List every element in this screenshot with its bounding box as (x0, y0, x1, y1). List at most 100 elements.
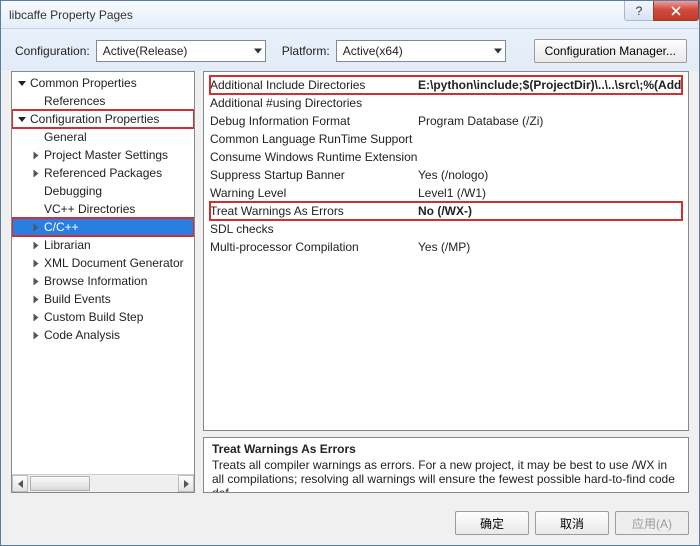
help-icon: ? (636, 4, 643, 18)
right-panel: Additional Include DirectoriesE:\python\… (203, 71, 689, 493)
property-row[interactable]: Additional #using Directories (210, 94, 682, 112)
property-name: Treat Warnings As Errors (210, 204, 418, 218)
expand-icon[interactable] (30, 150, 42, 161)
configuration-dropdown[interactable]: Active(Release) (96, 40, 266, 62)
collapse-icon[interactable] (16, 114, 28, 125)
property-name: Additional #using Directories (210, 96, 418, 110)
scroll-track[interactable] (28, 475, 178, 492)
tree-item[interactable]: C/C++ (12, 218, 194, 236)
dialog-buttons: 确定 取消 应用(A) (1, 503, 699, 545)
tree-item-label: Debugging (42, 184, 102, 198)
tree-item[interactable]: Project Master Settings (12, 146, 194, 164)
scroll-thumb[interactable] (30, 476, 90, 491)
expand-icon[interactable] (30, 168, 42, 179)
property-value[interactable]: Yes (/MP) (418, 240, 682, 254)
tree-item[interactable]: Librarian (12, 236, 194, 254)
chevron-down-icon (494, 49, 502, 54)
tree-item-label: General (42, 130, 87, 144)
property-name: Common Language RunTime Support (210, 132, 418, 146)
tree-item[interactable]: Build Events (12, 290, 194, 308)
property-row[interactable]: Multi-processor CompilationYes (/MP) (210, 238, 682, 256)
tree-item-label: Browse Information (42, 274, 147, 288)
tree-item-label: Common Properties (28, 76, 137, 90)
titlebar: libcaffe Property Pages ? (1, 1, 699, 29)
property-row[interactable]: Suppress Startup BannerYes (/nologo) (210, 166, 682, 184)
property-value[interactable]: Yes (/nologo) (418, 168, 682, 182)
property-name: Suppress Startup Banner (210, 168, 418, 182)
property-value[interactable]: E:\python\include;$(ProjectDir)\..\..\sr… (418, 78, 682, 92)
platform-label: Platform: (282, 44, 330, 58)
property-name: Debug Information Format (210, 114, 418, 128)
tree-item-label: Librarian (42, 238, 91, 252)
tree-item[interactable]: Common Properties (12, 74, 194, 92)
window-title: libcaffe Property Pages (9, 8, 625, 22)
collapse-icon[interactable] (16, 78, 28, 89)
close-button[interactable] (653, 1, 699, 21)
tree-item[interactable]: General (12, 128, 194, 146)
tree-item[interactable]: Browse Information (12, 272, 194, 290)
ok-button[interactable]: 确定 (455, 511, 529, 535)
property-row[interactable]: Consume Windows Runtime Extension (210, 148, 682, 166)
property-value[interactable]: Program Database (/Zi) (418, 114, 682, 128)
expand-icon[interactable] (30, 258, 42, 269)
arrow-left-icon (18, 480, 23, 488)
expand-icon[interactable] (30, 276, 42, 287)
platform-value: Active(x64) (343, 44, 403, 58)
configuration-label: Configuration: (15, 44, 90, 58)
property-row[interactable]: SDL checks (210, 220, 682, 238)
description-title: Treat Warnings As Errors (212, 442, 680, 456)
expand-icon[interactable] (30, 330, 42, 341)
config-toolbar: Configuration: Active(Release) Platform:… (1, 29, 699, 71)
configuration-manager-button[interactable]: Configuration Manager... (534, 39, 687, 63)
tree-item-label: XML Document Generator (42, 256, 184, 270)
tree-item[interactable]: Debugging (12, 182, 194, 200)
property-name: Consume Windows Runtime Extension (210, 150, 418, 164)
property-value[interactable]: No (/WX-) (418, 204, 682, 218)
apply-button[interactable]: 应用(A) (615, 511, 689, 535)
tree-item-label: VC++ Directories (42, 202, 135, 216)
expand-icon[interactable] (30, 222, 42, 233)
scroll-right-button[interactable] (178, 475, 194, 492)
cancel-button[interactable]: 取消 (535, 511, 609, 535)
expand-icon[interactable] (30, 312, 42, 323)
configuration-value: Active(Release) (103, 44, 188, 58)
tree-item-label: Custom Build Step (42, 310, 143, 324)
tree-item[interactable]: Custom Build Step (12, 308, 194, 326)
property-row[interactable]: Common Language RunTime Support (210, 130, 682, 148)
help-button[interactable]: ? (624, 1, 654, 21)
tree-item[interactable]: VC++ Directories (12, 200, 194, 218)
window-controls: ? (625, 1, 699, 28)
property-row[interactable]: Debug Information FormatProgram Database… (210, 112, 682, 130)
tree-hscrollbar[interactable] (12, 474, 194, 492)
property-row[interactable]: Warning LevelLevel1 (/W1) (210, 184, 682, 202)
property-name: Additional Include Directories (210, 78, 418, 92)
tree-item-label: Referenced Packages (42, 166, 162, 180)
tree-item-label: References (42, 94, 105, 108)
tree-item-label: Code Analysis (42, 328, 120, 342)
property-row[interactable]: Additional Include DirectoriesE:\python\… (210, 76, 682, 94)
property-value[interactable]: Level1 (/W1) (418, 186, 682, 200)
arrow-right-icon (184, 480, 189, 488)
property-tree[interactable]: Common Properties References Configuration… (12, 72, 194, 474)
tree-panel: Common Properties References Configuration… (11, 71, 195, 493)
platform-dropdown[interactable]: Active(x64) (336, 40, 506, 62)
expand-icon[interactable] (30, 294, 42, 305)
expand-icon[interactable] (30, 240, 42, 251)
close-icon (671, 6, 681, 16)
chevron-down-icon (254, 49, 262, 54)
tree-item-label: Configuration Properties (28, 112, 159, 126)
tree-item[interactable]: References (12, 92, 194, 110)
property-name: Warning Level (210, 186, 418, 200)
description-pane: Treat Warnings As Errors Treats all comp… (203, 437, 689, 493)
property-row[interactable]: Treat Warnings As ErrorsNo (/WX-) (210, 202, 682, 220)
dialog-body: Common Properties References Configuration… (1, 71, 699, 503)
tree-item[interactable]: XML Document Generator (12, 254, 194, 272)
tree-item[interactable]: Configuration Properties (12, 110, 194, 128)
tree-item[interactable]: Code Analysis (12, 326, 194, 344)
tree-item[interactable]: Referenced Packages (12, 164, 194, 182)
property-name: Multi-processor Compilation (210, 240, 418, 254)
scroll-left-button[interactable] (12, 475, 28, 492)
description-body: Treats all compiler warnings as errors. … (212, 458, 680, 493)
tree-item-label: Build Events (42, 292, 111, 306)
property-grid[interactable]: Additional Include DirectoriesE:\python\… (203, 71, 689, 431)
